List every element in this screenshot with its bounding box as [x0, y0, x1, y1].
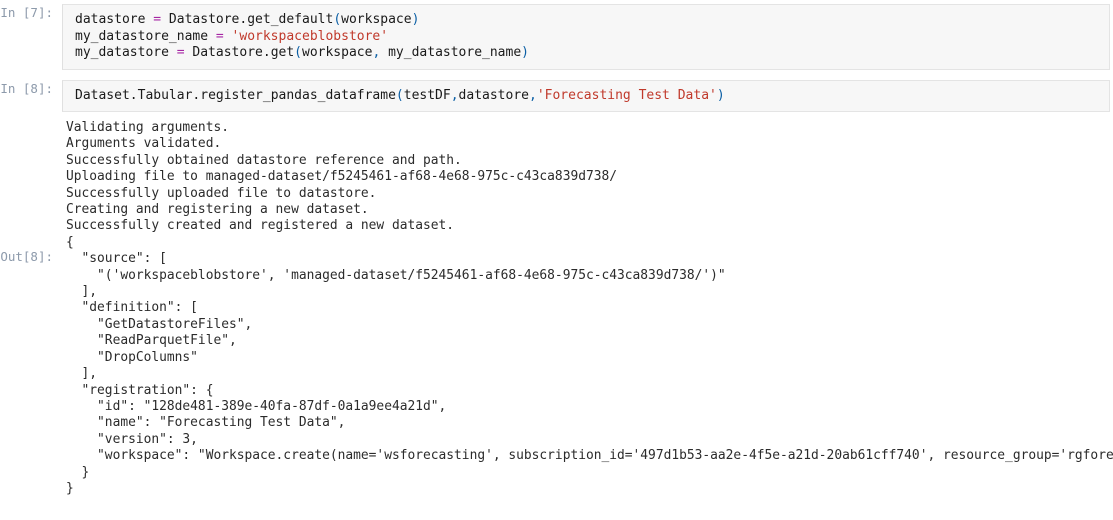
output-line: Creating and registering a new dataset. — [66, 202, 369, 218]
prompt-in-7: In [7]: — [0, 5, 53, 20]
output-line: Arguments validated. — [66, 136, 222, 152]
prompt-in-8: In [8]: — [0, 80, 53, 96]
output-line: "id": "128de481-389e-40fa-87df-0a1a9ee4a… — [66, 398, 447, 414]
code-token: workspace — [341, 12, 412, 27]
code-token: = — [153, 12, 162, 27]
code-token: datastore — [75, 12, 154, 27]
code-line: my_datastore = Datastore.get(workspace, … — [75, 45, 1099, 62]
output-line: Uploading file to managed-dataset/f52454… — [66, 169, 618, 185]
stream-output-block: Validating arguments. Arguments validated… — [0, 120, 1113, 235]
code-token: . — [262, 45, 271, 60]
code-token: 'Forecasting Test Data' — [536, 87, 717, 103]
code-token: = — [176, 45, 185, 60]
output-line: Validating arguments. — [66, 120, 229, 135]
cell-spacer — [0, 70, 1113, 80]
output-line: "DropColumns" — [66, 349, 198, 365]
output-line: "workspace": "Workspace.create(name='wsf… — [66, 448, 1113, 464]
output-line: Successfully created and registered a ne… — [66, 218, 455, 234]
output-line: "GetDatastoreFiles", — [66, 316, 253, 332]
code-token: 'workspaceblobstore' — [231, 28, 389, 44]
output-line: "version": 3, — [66, 431, 198, 447]
output-line: "('workspaceblobstore', 'managed-dataset… — [66, 267, 726, 283]
code-token: ( — [395, 87, 404, 103]
output-line: Successfully uploaded file to datastore. — [66, 185, 377, 201]
output-line: } — [66, 464, 90, 480]
output-line: ], — [66, 366, 98, 382]
code-token: ) — [716, 87, 725, 103]
result-output-block: Out[8]: { "source": [ "('workspaceblobst… — [0, 235, 1113, 498]
prompt-out-8: Out[8]: — [0, 248, 53, 264]
output-line: ], — [66, 284, 98, 300]
code-token: . — [129, 87, 138, 103]
code-token: Datastore — [184, 45, 263, 60]
output-line: "source": [ — [66, 251, 167, 267]
code-token: ( — [333, 12, 342, 27]
code-token: ) — [521, 45, 529, 60]
code-token: get — [270, 45, 295, 60]
notebook-cell-in-7[interactable]: In [7]: datastore = Datastore.get_defaul… — [0, 4, 1113, 70]
code-token: my_datastore_name — [75, 28, 216, 44]
code-token: , — [529, 87, 537, 103]
output-line: "definition": [ — [66, 300, 198, 316]
code-token: , — [450, 87, 459, 103]
code-token: my_datastore — [75, 45, 177, 60]
code-token: Datastore — [161, 12, 240, 27]
code-token: Dataset — [75, 87, 130, 103]
code-token: Tabular — [137, 87, 193, 103]
prompt-placeholder — [0, 120, 62, 137]
stream-output-text: Validating arguments. Arguments validated… — [62, 120, 1113, 235]
code-token: = — [215, 28, 224, 44]
code-token: ) — [411, 12, 420, 27]
code-token: datastore — [458, 87, 529, 103]
code-token: get_default — [247, 12, 334, 27]
cell-spacer — [0, 112, 1113, 120]
output-line: { — [66, 234, 74, 250]
code-editor-in-8[interactable]: Dataset.Tabular.register_pandas_datafram… — [62, 79, 1110, 112]
code-line: Dataset.Tabular.register_pandas_datafram… — [75, 88, 1099, 105]
output-line: "registration": { — [66, 382, 214, 398]
code-token: my_datastore_name — [380, 45, 522, 60]
code-token: workspace — [302, 45, 373, 60]
output-line: "name": "Forecasting Test Data", — [66, 415, 346, 431]
jupyter-notebook: In [7]: datastore = Datastore.get_defaul… — [0, 0, 1113, 520]
result-output-text: { "source": [ "('workspaceblobstore', 'm… — [62, 235, 1113, 498]
output-line: Successfully obtained datastore referenc… — [66, 152, 462, 168]
code-token: ( — [294, 45, 302, 60]
code-line: datastore = Datastore.get_default(worksp… — [75, 12, 1099, 29]
output-line: } — [66, 480, 74, 496]
notebook-cell-in-8[interactable]: In [8]: Dataset.Tabular.register_pandas_… — [0, 79, 1113, 112]
output-line: "ReadParquetFile", — [66, 333, 237, 349]
code-editor-in-7[interactable]: datastore = Datastore.get_default(worksp… — [62, 4, 1110, 70]
code-token: register_pandas_dataframe — [200, 87, 396, 103]
code-token: testDF — [403, 87, 451, 103]
code-line: my_datastore_name = 'workspaceblobstore' — [75, 29, 1099, 46]
